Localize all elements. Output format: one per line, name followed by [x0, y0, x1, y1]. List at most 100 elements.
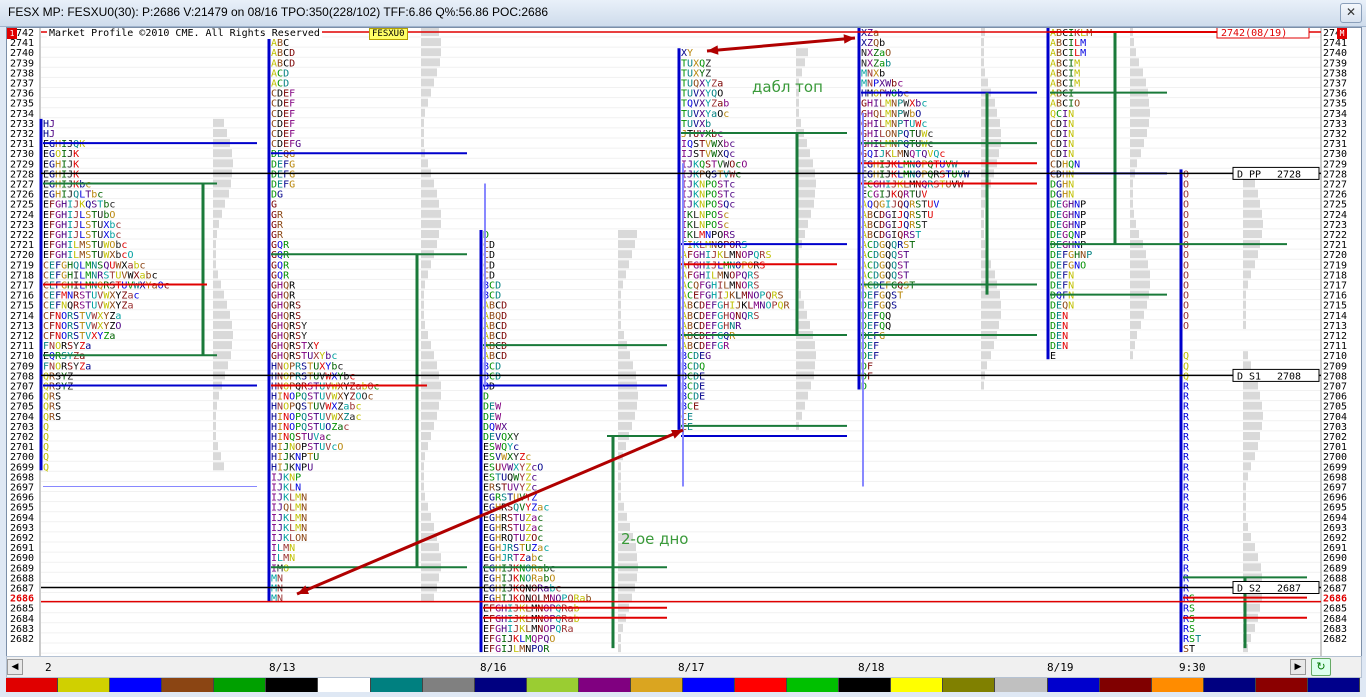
- volume-bar: [1130, 230, 1139, 238]
- volume-bar: [421, 502, 428, 511]
- volume-bar: [1243, 351, 1248, 360]
- color-swatch[interactable]: [735, 678, 788, 692]
- volume-bar: [213, 432, 216, 440]
- tpo-letter: S: [753, 311, 759, 322]
- color-swatch[interactable]: [630, 678, 684, 692]
- volume-bar: [796, 341, 815, 350]
- volume-bar: [213, 260, 216, 269]
- tpo-letter: O: [1080, 260, 1086, 271]
- volume-bar: [1243, 280, 1248, 289]
- volume-bar: [421, 462, 424, 471]
- volume-bar: [421, 411, 437, 420]
- color-swatch[interactable]: [787, 678, 840, 692]
- color-swatch[interactable]: [683, 678, 736, 692]
- color-swatch[interactable]: [526, 678, 579, 692]
- tpo-letter: O: [1074, 99, 1080, 110]
- volume-bar: [421, 199, 439, 208]
- scroll-right-button[interactable]: ▶: [1290, 659, 1306, 675]
- volume-bar: [1243, 209, 1262, 218]
- color-swatch[interactable]: [1047, 678, 1100, 692]
- volume-bar: [1130, 331, 1137, 339]
- color-swatch[interactable]: [266, 678, 319, 692]
- color-swatch[interactable]: [1255, 678, 1308, 692]
- close-button[interactable]: ✕: [1340, 3, 1362, 23]
- volume-bar: [981, 199, 985, 208]
- volume-bar: [421, 401, 439, 410]
- volume-bar: [1130, 351, 1133, 360]
- corner-badge-right[interactable]: M: [1337, 28, 1347, 39]
- color-swatch[interactable]: [578, 678, 631, 692]
- volume-bar: [618, 492, 621, 501]
- color-swatch[interactable]: [474, 678, 527, 692]
- volume-bar: [421, 88, 431, 97]
- volume-bar: [421, 48, 441, 57]
- volume-bar: [1130, 118, 1149, 127]
- volume-bar: [981, 310, 1001, 319]
- color-swatch[interactable]: [6, 678, 59, 692]
- tpo-letter: c: [543, 503, 549, 514]
- market-profile-chart[interactable]: 2742 2742 2741 2741 2740 2740 2739 2739 2738 2738…: [6, 27, 1362, 657]
- color-swatch[interactable]: [943, 678, 996, 692]
- volume-bar: [796, 401, 805, 410]
- volume-bar: [421, 361, 437, 370]
- volume-bar: [1130, 209, 1134, 218]
- volume-bar: [213, 199, 225, 208]
- volume-bar: [618, 331, 624, 339]
- volume-bar: [618, 421, 632, 430]
- volume-bar: [1243, 401, 1262, 410]
- volume-bar: [796, 351, 816, 360]
- volume-bar: [1243, 502, 1246, 511]
- color-swatch[interactable]: [891, 678, 944, 692]
- volume-bar: [618, 300, 621, 309]
- color-swatch[interactable]: [214, 678, 267, 692]
- date-label: 2: [45, 661, 52, 674]
- volume-bar: [421, 482, 424, 491]
- tpo-letter: T: [909, 281, 915, 292]
- volume-bar: [1243, 421, 1262, 430]
- tpo-letter: T: [1195, 634, 1201, 645]
- color-swatch[interactable]: [1307, 678, 1361, 692]
- tpo-letter: K: [79, 139, 85, 150]
- color-swatch[interactable]: [110, 678, 163, 692]
- volume-bar: [421, 472, 424, 481]
- volume-bar: [421, 78, 434, 87]
- refresh-icon[interactable]: ↻: [1311, 658, 1331, 676]
- tpo-letter: N: [1068, 301, 1074, 312]
- color-swatch[interactable]: [422, 678, 475, 692]
- volume-bar: [421, 230, 439, 238]
- tpo-row: ST: [1183, 644, 1195, 655]
- color-swatch[interactable]: [318, 678, 371, 692]
- color-swatch[interactable]: [1099, 678, 1152, 692]
- volume-bar: [618, 482, 621, 491]
- color-swatch[interactable]: [839, 678, 892, 692]
- corner-badge-left[interactable]: 1: [7, 28, 17, 39]
- color-swatch[interactable]: [995, 678, 1048, 692]
- tpo-letter: R: [729, 331, 736, 342]
- scroll-left-button[interactable]: ◀: [7, 659, 23, 675]
- volume-bar: [1130, 250, 1146, 259]
- color-swatch[interactable]: [162, 678, 215, 692]
- color-strip: [6, 678, 1361, 692]
- date-label: 8/13: [269, 661, 296, 674]
- volume-bar: [618, 442, 626, 451]
- level-label-0: 2742(08/19): [1221, 28, 1287, 39]
- color-swatch[interactable]: [1203, 678, 1256, 692]
- volume-bar: [421, 310, 424, 319]
- volume-bar: [981, 381, 984, 390]
- price-label-left: 2682: [10, 634, 34, 645]
- color-swatch[interactable]: [370, 678, 423, 692]
- color-swatch[interactable]: [58, 678, 111, 692]
- volume-bar: [981, 68, 985, 77]
- color-swatch[interactable]: [1151, 678, 1204, 692]
- volume-bar: [1243, 482, 1246, 491]
- volume-bar: [1243, 189, 1258, 198]
- level-label-1: D PP: [1237, 169, 1261, 180]
- volume-bar: [421, 38, 441, 47]
- volume-bar: [618, 250, 632, 259]
- date-label: 8/19: [1047, 661, 1074, 674]
- volume-bar: [618, 644, 621, 653]
- tpo-letter: N: [289, 553, 295, 564]
- volume-bar: [981, 320, 999, 329]
- symbol-badge[interactable]: FESXU0: [369, 28, 408, 40]
- volume-bar: [618, 230, 637, 238]
